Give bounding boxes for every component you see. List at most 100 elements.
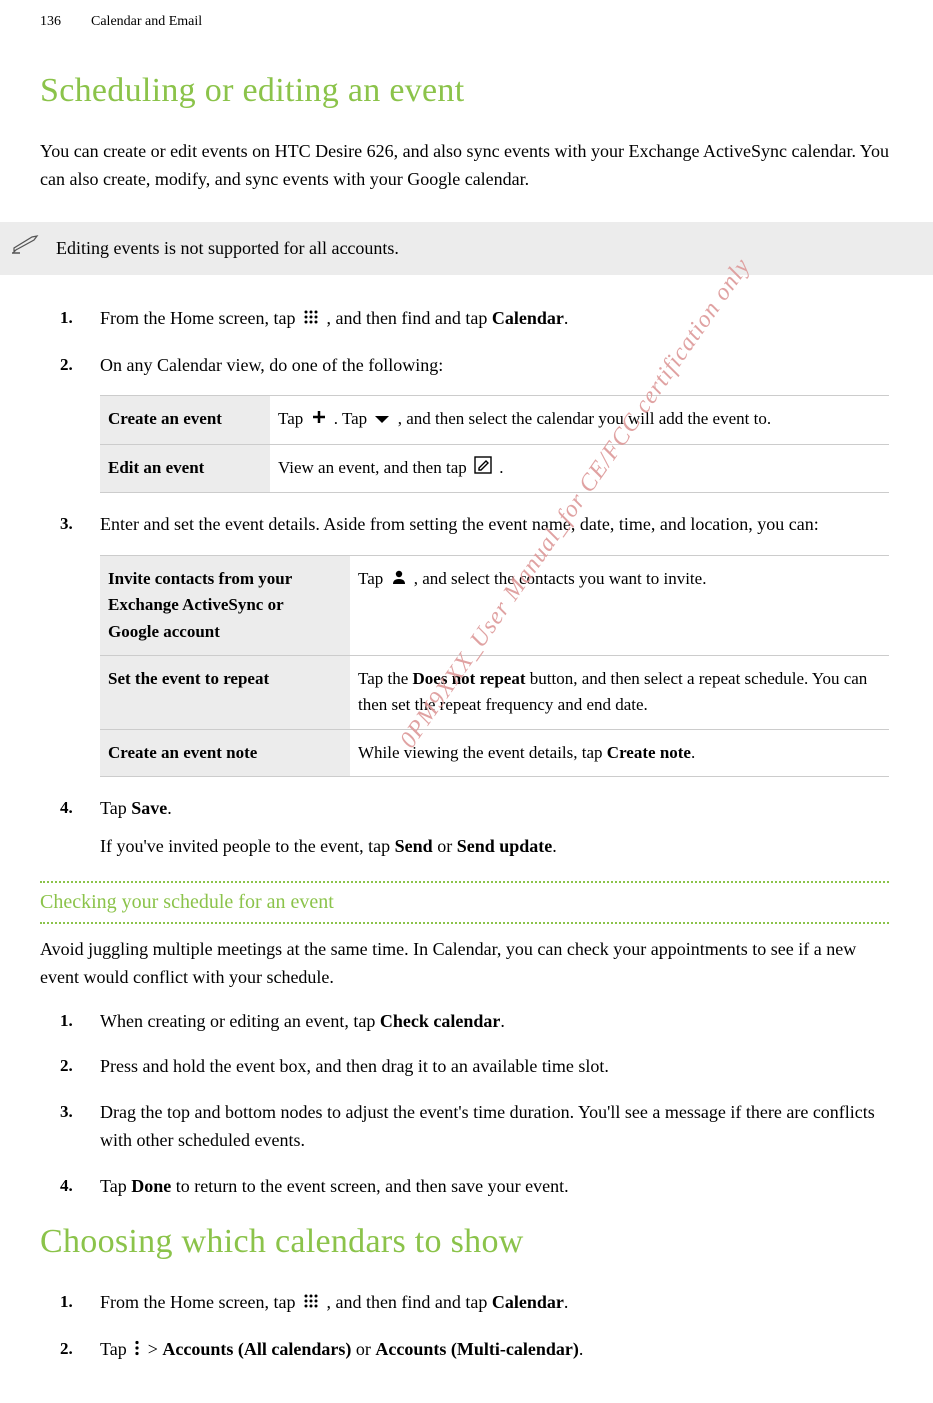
step-3: 3. Enter and set the event details. Asid… (100, 511, 889, 777)
text: . (552, 836, 557, 856)
apps-grid-icon (303, 306, 319, 334)
text: , and select the contacts you want to in… (414, 569, 707, 588)
table-row: Edit an event View an event, and then ta… (100, 444, 889, 492)
edit-box-icon (474, 456, 492, 482)
plus-icon (311, 407, 327, 433)
bold: Send (395, 836, 433, 856)
text: . (500, 1011, 505, 1031)
text: From the Home screen, tap (100, 1292, 300, 1312)
text: > (148, 1339, 163, 1359)
row-label: Set the event to repeat (100, 655, 350, 729)
table-row: Create an event note While viewing the e… (100, 729, 889, 776)
step-text: , and then find and tap (326, 308, 491, 328)
row-content: Tap , and select the contacts you want t… (350, 555, 889, 655)
table-row: Set the event to repeat Tap the Does not… (100, 655, 889, 729)
bold: Done (131, 1176, 171, 1196)
text: . (691, 743, 695, 762)
step-text: Enter and set the event details. Aside f… (100, 514, 819, 534)
text: Drag the top and bottom nodes to adjust … (100, 1102, 875, 1150)
text: When creating or editing an event, tap (100, 1011, 380, 1031)
note-text: Editing events is not supported for all … (56, 238, 399, 258)
step-text: From the Home screen, tap (100, 308, 300, 328)
bold: Accounts (Multi-calendar) (375, 1339, 578, 1359)
text: Tap (358, 569, 388, 588)
person-icon (391, 567, 407, 593)
step-4: 4. Tap Save. If you've invited people to… (100, 795, 889, 861)
step-number: 4. (60, 1173, 73, 1199)
apps-grid-icon (303, 1290, 319, 1318)
bold: Send update (457, 836, 553, 856)
check-step-3: 3. Drag the top and bottom nodes to adju… (100, 1099, 889, 1155)
event-details-table: Invite contacts from your Exchange Activ… (100, 555, 889, 777)
step-2: 2. On any Calendar view, do one of the f… (100, 352, 889, 493)
dropdown-triangle-icon (374, 407, 390, 433)
text: Tap (100, 1339, 131, 1359)
bold: Accounts (All calendars) (162, 1339, 351, 1359)
text: . (579, 1339, 584, 1359)
step-number: 3. (60, 1099, 73, 1125)
text: . Tap (334, 409, 372, 428)
row-label: Create an event note (100, 729, 350, 776)
text: View an event, and then tap (278, 458, 471, 477)
step-sub: If you've invited people to the event, t… (100, 833, 889, 861)
bold: Check calendar (380, 1011, 501, 1031)
row-label: Edit an event (100, 444, 270, 492)
step-number: 1. (60, 1008, 73, 1034)
check-step-2: 2. Press and hold the event box, and the… (100, 1053, 889, 1081)
text: or (437, 836, 457, 856)
row-label: Create an event (100, 396, 270, 444)
row-content: While viewing the event details, tap Cre… (350, 729, 889, 776)
text: to return to the event screen, and then … (171, 1176, 568, 1196)
text: . (499, 458, 503, 477)
row-content: Tap the Does not repeat button, and then… (350, 655, 889, 729)
heading-choosing: Choosing which calendars to show (40, 1223, 889, 1261)
subheading-checking: Checking your schedule for an event (40, 881, 889, 924)
bold: Save (131, 798, 167, 818)
text: If you've invited people to the event, t… (100, 836, 395, 856)
pencil-note-icon (12, 234, 40, 254)
show-step-2: 2. Tap > Accounts (All calendars) or Acc… (100, 1336, 889, 1365)
step-number: 2. (60, 1053, 73, 1079)
table-row: Create an event Tap . Tap , and then sel… (100, 396, 889, 444)
text: While viewing the event details, tap (358, 743, 607, 762)
section-name: Calendar and Email (91, 14, 202, 30)
step-number: 2. (60, 352, 73, 378)
step-number: 3. (60, 511, 73, 537)
text: Tap (278, 409, 308, 428)
step-number: 2. (60, 1336, 73, 1362)
step-text: On any Calendar view, do one of the foll… (100, 355, 443, 375)
table-row: Invite contacts from your Exchange Activ… (100, 555, 889, 655)
step-number: 1. (60, 1289, 73, 1315)
page-number: 136 (40, 14, 61, 30)
calendar-bold: Calendar (492, 308, 564, 328)
bold: Create note (607, 743, 691, 762)
check-step-4: 4. Tap Done to return to the event scree… (100, 1173, 889, 1201)
step-1: 1. From the Home screen, tap , and then … (100, 305, 889, 334)
row-content: View an event, and then tap . (270, 444, 889, 492)
bold: Does not repeat (413, 669, 526, 688)
text: Tap (100, 1176, 131, 1196)
text: or (356, 1339, 376, 1359)
period: . (564, 308, 569, 328)
heading-scheduling: Scheduling or editing an event (40, 72, 889, 110)
text: , and then find and tap (326, 1292, 491, 1312)
step-number: 4. (60, 795, 73, 821)
page-header: 136 Calendar and Email (0, 0, 933, 30)
text: Tap (100, 798, 131, 818)
text: . (564, 1292, 569, 1312)
show-step-1: 1. From the Home screen, tap , and then … (100, 1289, 889, 1318)
note-box: Editing events is not supported for all … (0, 222, 933, 275)
row-content: Tap . Tap , and then select the calendar… (270, 396, 889, 444)
text: , and then select the calendar you will … (398, 409, 771, 428)
overflow-menu-icon (134, 1337, 140, 1365)
bold: Calendar (492, 1292, 564, 1312)
body-paragraph: Avoid juggling multiple meetings at the … (40, 936, 889, 992)
create-edit-table: Create an event Tap . Tap , and then sel… (100, 395, 889, 493)
step-number: 1. (60, 305, 73, 331)
text: Press and hold the event box, and then d… (100, 1056, 609, 1076)
row-label: Invite contacts from your Exchange Activ… (100, 555, 350, 655)
intro-paragraph: You can create or edit events on HTC Des… (40, 138, 889, 194)
text: . (167, 798, 172, 818)
check-step-1: 1. When creating or editing an event, ta… (100, 1008, 889, 1036)
text: Tap the (358, 669, 413, 688)
